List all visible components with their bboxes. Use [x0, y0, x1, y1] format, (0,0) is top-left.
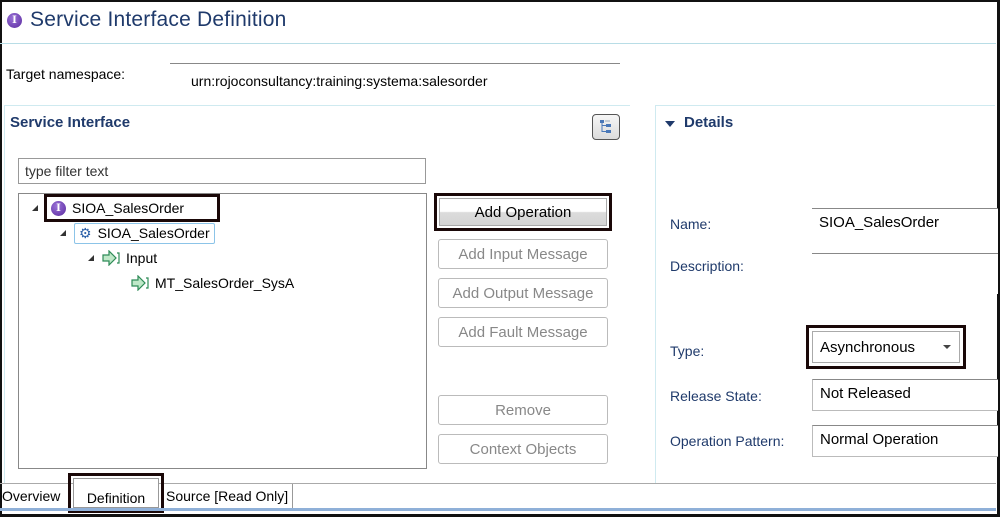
- service-interface-icon: I: [7, 12, 22, 28]
- tree-node-label: SIOA_SalesOrder: [72, 200, 185, 216]
- add-output-message-button[interactable]: Add Output Message: [438, 278, 608, 308]
- tree-node-highlight: I SIOA_SalesOrder: [44, 194, 220, 222]
- add-operation-label: Add Operation: [439, 198, 607, 226]
- operation-pattern-label: Operation Pattern:: [670, 433, 785, 449]
- filter-input[interactable]: type filter text: [18, 158, 426, 184]
- service-interface-icon: I: [51, 200, 66, 216]
- tab-overview[interactable]: Overview: [0, 484, 62, 508]
- tree-node-label: MT_SalesOrder_SysA: [155, 275, 295, 291]
- tree-node-interface[interactable]: I SIOA_SalesOrder: [32, 194, 220, 222]
- message-arrow-icon: [102, 250, 120, 266]
- type-select-value: Asynchronous: [820, 338, 916, 356]
- release-state-field[interactable]: Not Released: [812, 379, 998, 411]
- operation-gear-icon: ⚙: [79, 224, 92, 241]
- details-title[interactable]: Details: [684, 114, 733, 131]
- add-operation-button[interactable]: Add Operation: [434, 193, 612, 231]
- tree-view-toggle-button[interactable]: [592, 114, 620, 140]
- namespace-value[interactable]: urn:rojoconsultancy:training:systema:sal…: [191, 73, 487, 89]
- tab-source[interactable]: Source [Read Only]: [164, 484, 294, 508]
- message-arrow-icon: [131, 275, 149, 291]
- add-fault-message-button[interactable]: Add Fault Message: [438, 317, 608, 347]
- name-label: Name:: [670, 216, 712, 232]
- operation-pattern-field[interactable]: Normal Operation: [812, 425, 998, 457]
- chevron-down-icon[interactable]: [943, 345, 951, 349]
- add-input-message-button[interactable]: Add Input Message: [438, 239, 608, 269]
- expand-triangle-icon[interactable]: [60, 230, 66, 236]
- expand-triangle-icon[interactable]: [32, 205, 38, 211]
- tree-node-input[interactable]: Input: [88, 247, 157, 269]
- description-field[interactable]: [812, 254, 998, 294]
- description-label: Description:: [670, 258, 744, 274]
- remove-button[interactable]: Remove: [438, 395, 608, 425]
- type-select-highlight: Asynchronous: [806, 325, 966, 369]
- tree-node-operation[interactable]: ⚙ SIOA_SalesOrder: [60, 222, 215, 244]
- name-field[interactable]: SIOA_SalesOrder: [812, 208, 998, 254]
- namespace-label: Target namespace:: [6, 66, 126, 82]
- collapse-triangle-icon[interactable]: [665, 121, 675, 127]
- type-select[interactable]: Asynchronous: [812, 331, 960, 363]
- header-divider: [0, 43, 996, 44]
- service-interface-title: Service Interface: [10, 114, 131, 131]
- context-objects-button[interactable]: Context Objects: [438, 434, 608, 464]
- tab-definition-highlight: Definition: [68, 473, 164, 513]
- tree-node-selection: ⚙ SIOA_SalesOrder: [74, 222, 215, 244]
- tree-node-label: SIOA_SalesOrder: [97, 225, 210, 241]
- expand-triangle-icon[interactable]: [88, 255, 94, 261]
- tree-node-message-type[interactable]: MT_SalesOrder_SysA: [131, 272, 294, 294]
- editor-header: I Service Interface Definition: [4, 4, 287, 36]
- tree-node-label: Input: [126, 250, 158, 266]
- tree-hierarchy-icon: [600, 120, 611, 133]
- type-label: Type:: [670, 343, 705, 359]
- tab-definition[interactable]: Definition: [73, 478, 159, 508]
- page-title: Service Interface Definition: [30, 8, 287, 31]
- tabs-bottom-border: [0, 508, 996, 511]
- release-state-label: Release State:: [670, 388, 762, 404]
